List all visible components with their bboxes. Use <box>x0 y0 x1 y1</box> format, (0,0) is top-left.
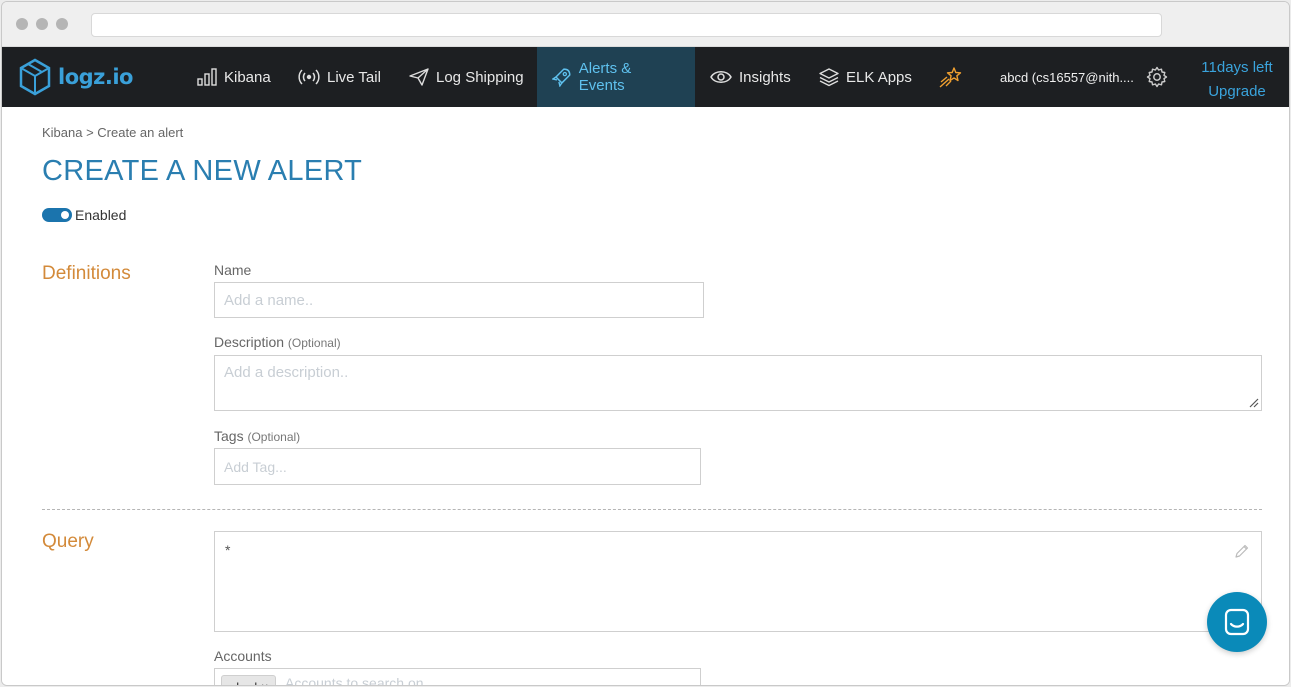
logz-cube-icon <box>19 58 51 96</box>
section-definitions-title: Definitions <box>42 263 131 284</box>
browser-window: logz.io Kibana Live Tail Log Shipping Al… <box>1 1 1290 686</box>
top-nav: logz.io Kibana Live Tail Log Shipping Al… <box>2 47 1289 107</box>
address-bar[interactable] <box>91 13 1162 37</box>
nav-whats-new[interactable] <box>938 47 969 107</box>
user-menu[interactable]: abcd (cs16557@nith.... <box>1000 47 1134 107</box>
toggle-knob <box>61 211 69 219</box>
window-minimize-dot[interactable] <box>36 18 48 30</box>
shooting-star-icon <box>939 67 962 88</box>
query-text: * <box>225 542 231 558</box>
name-label-text: Name <box>214 262 252 278</box>
logo-text: logz.io <box>58 65 133 89</box>
paper-plane-icon <box>409 68 429 86</box>
nav-alerts-events-label: Alerts & Events <box>578 60 632 94</box>
eye-icon <box>710 71 732 83</box>
nav-kibana-label: Kibana <box>224 68 271 86</box>
chat-icon <box>1224 608 1250 636</box>
nav-insights-label: Insights <box>739 68 791 86</box>
nav-elk-apps[interactable]: ELK Apps <box>819 47 912 107</box>
description-label-text: Description <box>214 334 285 350</box>
enabled-toggle[interactable] <box>42 208 72 222</box>
nav-alerts-events[interactable]: Alerts & Events <box>537 47 695 107</box>
breadcrumb[interactable]: Kibana > Create an alert <box>42 125 183 140</box>
nav-live-tail[interactable]: Live Tail <box>298 47 381 107</box>
resize-grip-icon[interactable] <box>1247 396 1259 408</box>
accounts-label-text: Accounts <box>214 648 272 664</box>
main-content: Kibana > Create an alert CREATE A NEW AL… <box>2 107 1289 686</box>
account-chip: abcd × <box>221 675 277 686</box>
logo[interactable]: logz.io <box>18 58 133 96</box>
description-optional: (Optional) <box>287 336 341 350</box>
page-title: CREATE A NEW ALERT <box>42 155 363 187</box>
nav-kibana[interactable]: Kibana <box>197 47 271 107</box>
account-chip-label: abcd <box>229 680 257 686</box>
chip-remove-icon[interactable]: × <box>261 680 268 685</box>
query-editor[interactable]: * <box>214 531 1262 632</box>
tags-optional: (Optional) <box>247 430 301 444</box>
nav-elk-apps-label: ELK Apps <box>846 68 912 86</box>
bar-chart-icon <box>197 68 217 86</box>
user-name: abcd (cs16557@nith.... <box>1000 69 1134 85</box>
window-close-dot[interactable] <box>16 18 28 30</box>
rocket-icon <box>552 68 571 87</box>
nav-log-shipping[interactable]: Log Shipping <box>409 47 524 107</box>
name-input[interactable] <box>214 282 704 318</box>
accounts-select[interactable]: abcd × <box>214 668 701 686</box>
nav-live-tail-label: Live Tail <box>327 68 381 86</box>
section-query-title: Query <box>42 531 94 552</box>
description-label: Description (Optional) <box>214 334 341 350</box>
enabled-label: Enabled <box>75 207 127 223</box>
accounts-label: Accounts <box>214 648 272 664</box>
trial-days-left: 11days left <box>1201 59 1273 76</box>
name-label: Name <box>214 262 251 278</box>
trial-status: 11days left Upgrade <box>1192 56 1282 104</box>
nav-insights[interactable]: Insights <box>710 47 791 107</box>
description-textarea[interactable] <box>214 355 1262 411</box>
pencil-icon[interactable] <box>1234 544 1249 559</box>
accounts-search-input[interactable] <box>285 675 585 685</box>
broadcast-icon <box>298 69 320 85</box>
layers-icon <box>819 68 839 87</box>
nav-log-shipping-label: Log Shipping <box>436 68 524 86</box>
tags-input[interactable] <box>214 448 701 485</box>
browser-chrome <box>2 2 1289 47</box>
upgrade-link[interactable]: Upgrade <box>1192 80 1282 104</box>
tags-label: Tags (Optional) <box>214 428 300 444</box>
window-maximize-dot[interactable] <box>56 18 68 30</box>
tags-label-text: Tags <box>214 428 244 444</box>
gear-icon[interactable] <box>1146 66 1168 88</box>
chat-launcher-button[interactable] <box>1207 592 1267 652</box>
section-divider <box>42 509 1262 510</box>
